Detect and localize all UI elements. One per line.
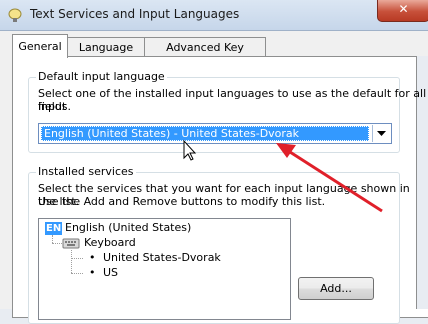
tree-connector [52, 243, 62, 244]
window-title: Text Services and Input Languages [30, 7, 240, 21]
default-input-group-title: Default input language [36, 70, 167, 83]
close-button[interactable]: ✕ [377, 0, 428, 22]
installed-services-group-title: Installed services [36, 165, 136, 178]
tab-general[interactable]: General [12, 34, 68, 58]
dropdown-arrow-button[interactable] [372, 125, 390, 142]
language-badge: EN [45, 222, 63, 235]
dropdown-selection: English (United States) - United States-… [41, 126, 369, 141]
tab-language-bar[interactable]: Language Bar [67, 37, 145, 73]
tree-connector [52, 235, 53, 243]
installed-services-description-line2: Use the Add and Remove buttons to modify… [38, 195, 326, 208]
tab-advanced-key-settings[interactable]: Advanced Key Settings [144, 37, 266, 73]
tree-item-layout[interactable]: United States-Dvorak [103, 251, 221, 265]
add-button-label: Add... [320, 282, 352, 295]
tree-bullet: • [89, 251, 96, 264]
tree-item-layout[interactable]: US [103, 266, 118, 280]
tree-item-keyboard[interactable]: Keyboard [84, 236, 136, 250]
tree-item-language[interactable]: English (United States) [65, 221, 191, 235]
tree-connector [71, 250, 72, 273]
tab-general-label: General [18, 40, 62, 53]
dropdown-arrow-icon [377, 131, 386, 136]
tree-bullet: • [89, 266, 96, 279]
close-icon: ✕ [398, 2, 409, 16]
default-input-description-line2: fields. [38, 100, 71, 113]
title-bar: Text Services and Input Languages ✕ [0, 0, 428, 31]
tree-connector [71, 273, 83, 274]
default-input-description-line1: Select one of the installed input langua… [38, 87, 427, 113]
keyboard-icon [62, 238, 80, 249]
tree-connector [71, 258, 83, 259]
add-button[interactable]: Add... [298, 277, 374, 300]
default-language-dropdown[interactable]: English (United States) - United States-… [38, 123, 392, 144]
dropdown-selected-value: English (United States) - United States-… [44, 127, 300, 140]
language-bar-icon [8, 8, 22, 22]
